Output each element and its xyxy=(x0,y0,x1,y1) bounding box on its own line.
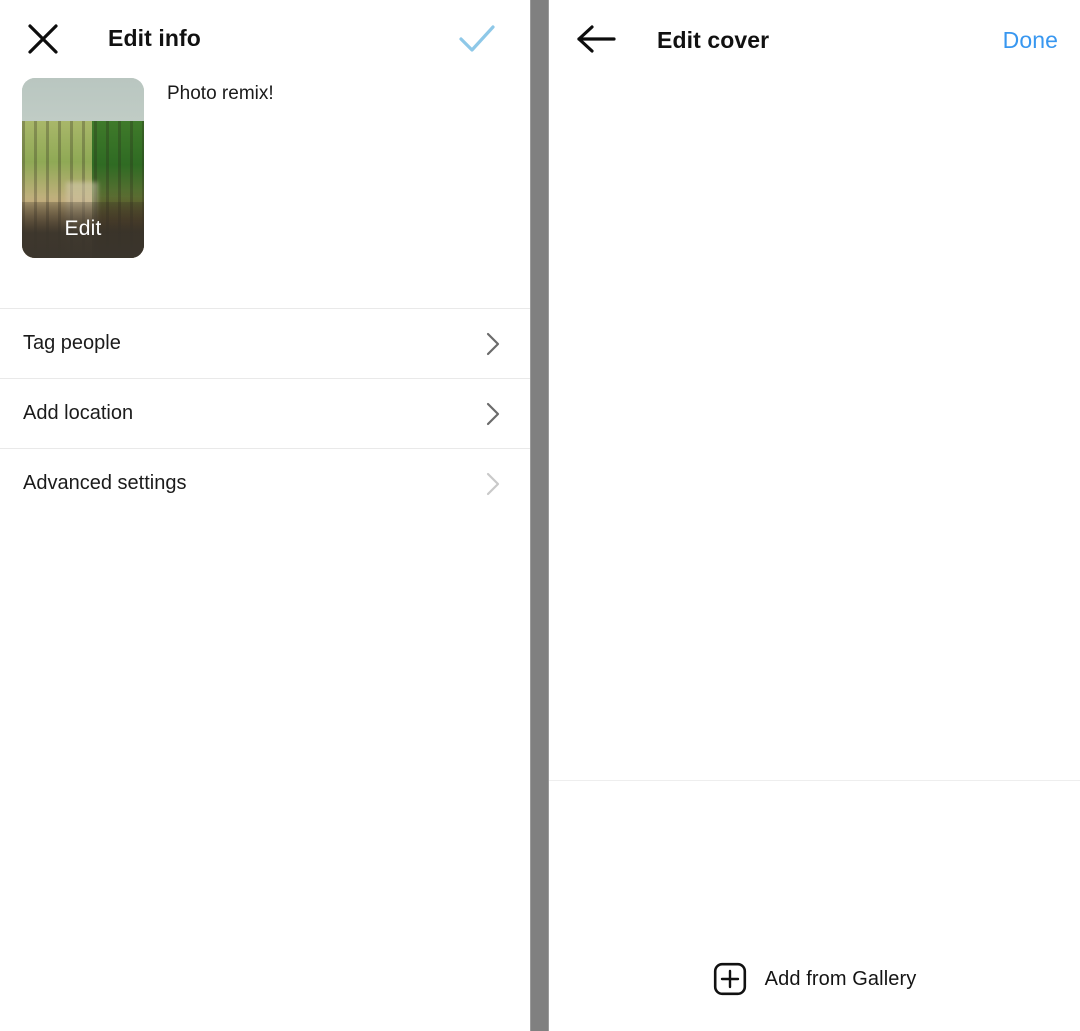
chevron-right-icon xyxy=(486,402,500,426)
media-summary-row: Edit Photo remix! xyxy=(0,78,530,308)
check-icon[interactable] xyxy=(458,22,496,56)
plus-square-icon xyxy=(713,962,747,996)
post-caption[interactable]: Photo remix! xyxy=(167,83,274,105)
done-button[interactable]: Done xyxy=(1003,27,1058,54)
edit-info-panel: Edit info Edit Photo remix! Tag people A… xyxy=(0,0,530,1031)
video-thumbnail[interactable]: Edit xyxy=(22,78,144,258)
add-from-gallery-button[interactable]: Add from Gallery xyxy=(549,962,1080,996)
thumbnail-edit-label: Edit xyxy=(64,217,102,240)
arrow-left-icon[interactable] xyxy=(576,23,618,55)
sidebar-item-tag-people[interactable]: Tag people xyxy=(0,309,530,378)
section-divider xyxy=(549,780,1080,781)
sidebar-item-add-location[interactable]: Add location xyxy=(0,379,530,448)
edit-info-options-list: Tag people Add location Advanced setting… xyxy=(0,308,530,518)
thumbnail-edit-overlay[interactable]: Edit xyxy=(22,202,144,258)
chevron-right-icon xyxy=(486,472,500,496)
close-icon[interactable] xyxy=(26,22,60,56)
page-title: Edit cover xyxy=(657,27,770,53)
chevron-right-icon xyxy=(486,332,500,356)
dual-panel-screenshot: Edit info Edit Photo remix! Tag people A… xyxy=(0,0,1080,1031)
page-title: Edit info xyxy=(108,25,201,51)
edit-info-topbar: Edit info xyxy=(0,0,530,78)
panel-divider xyxy=(530,0,549,1031)
row-label: Tag people xyxy=(23,332,121,354)
add-from-gallery-label: Add from Gallery xyxy=(764,967,917,990)
sidebar-item-advanced-settings[interactable]: Advanced settings xyxy=(0,449,530,518)
row-label: Add location xyxy=(23,402,134,424)
row-label: Advanced settings xyxy=(23,472,187,494)
edit-cover-panel: Edit cover Done To select a cover image,… xyxy=(549,0,1080,1031)
edit-cover-topbar: Edit cover Done xyxy=(549,0,1080,78)
